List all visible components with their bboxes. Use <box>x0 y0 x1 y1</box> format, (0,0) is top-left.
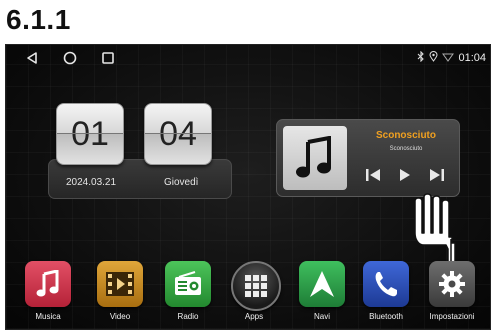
app-label-radio: Radio <box>177 312 199 321</box>
section-title: 6.1.1 <box>6 4 71 35</box>
video-icon <box>97 261 143 307</box>
app-dock: Musica Video Radio Apps Navi Bluetooth I… <box>6 257 490 329</box>
app-label-apps: Apps <box>244 312 264 321</box>
app-label-video: Video <box>109 312 131 321</box>
app-label-impostazioni: Impostazioni <box>429 312 475 321</box>
app-bluetooth[interactable]: Bluetooth <box>354 257 418 329</box>
apps-grid-icon <box>231 261 281 311</box>
play-icon[interactable] <box>395 166 415 184</box>
clock-day: Giovedì <box>164 177 199 188</box>
back-icon[interactable] <box>24 50 40 66</box>
app-label-bluetooth: Bluetooth <box>369 312 403 321</box>
status-indicators: 01:04 <box>417 50 486 65</box>
app-apps[interactable]: Apps <box>222 257 286 329</box>
app-radio[interactable]: Radio <box>156 257 220 329</box>
recents-icon[interactable] <box>100 50 116 66</box>
clock-hour: 01 <box>56 103 124 165</box>
navigation-icon <box>299 261 345 307</box>
music-widget[interactable]: Sconosciuto Sconosciuto <box>276 119 460 197</box>
app-label-navi: Navi <box>313 312 330 321</box>
next-track-icon[interactable] <box>427 166 447 184</box>
album-art-music-icon[interactable] <box>283 126 347 190</box>
app-musica[interactable]: Musica <box>16 257 80 329</box>
phone-icon <box>363 261 409 307</box>
wifi-icon <box>442 52 455 65</box>
clock-date: 2024.03.21 <box>66 177 117 188</box>
clock-widget[interactable]: 01 04 2024.03.21 Giovedì <box>46 103 234 199</box>
radio-icon <box>165 261 211 307</box>
app-navi[interactable]: Navi <box>290 257 354 329</box>
home-icon[interactable] <box>62 50 78 66</box>
app-video[interactable]: Video <box>88 257 152 329</box>
music-icon <box>25 261 71 307</box>
status-time: 01:04 <box>458 52 486 64</box>
app-impostazioni[interactable]: Impostazioni <box>420 257 484 329</box>
settings-icon <box>429 261 475 307</box>
head-unit-screen: 01:04 01 04 2024.03.21 Giovedì Sconosciu… <box>5 44 491 330</box>
previous-track-icon[interactable] <box>363 166 383 184</box>
location-icon <box>429 51 438 65</box>
section-header: 6.1.1 <box>0 0 494 45</box>
app-label-musica: Musica <box>35 312 61 321</box>
bluetooth-icon <box>417 50 425 65</box>
clock-minute: 04 <box>144 103 212 165</box>
track-artist: Sconosciuto <box>389 146 423 152</box>
status-bar: 01:04 <box>6 45 490 71</box>
track-title: Sconosciuto <box>375 130 436 141</box>
